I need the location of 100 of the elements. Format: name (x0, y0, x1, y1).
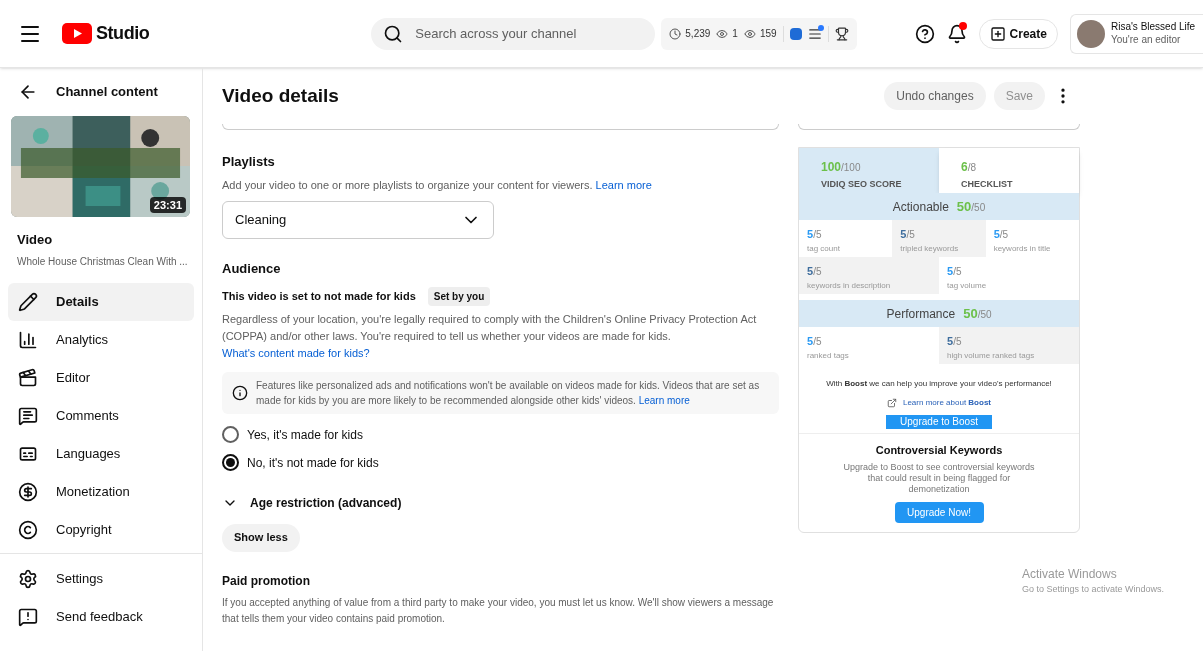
score-value: 5 (900, 227, 907, 242)
list-icon[interactable] (807, 26, 822, 41)
nav-item[interactable]: Copyright (8, 510, 194, 549)
nav-item[interactable]: Editor (8, 358, 194, 397)
search-field[interactable]: Search across your channel (371, 17, 656, 50)
nav-label: Analytics (56, 330, 109, 349)
metric-label: ranked tags (807, 349, 850, 362)
radio-option[interactable]: Yes, it's made for kids (222, 425, 779, 444)
score-max: /100 (841, 161, 861, 175)
clock-icon (669, 27, 682, 40)
metric-label: tag count (807, 242, 841, 255)
score-max: /8 (967, 161, 977, 175)
nav-label: Copyright (56, 520, 112, 539)
score-max: /5 (813, 265, 822, 279)
search-icon (383, 23, 404, 44)
learn-more-link[interactable]: Learn more (595, 178, 652, 191)
score-max: /5 (906, 228, 915, 242)
help-icon[interactable] (914, 23, 935, 44)
playlist-dropdown[interactable]: Cleaning (222, 201, 494, 239)
section-name: Performance (886, 305, 956, 323)
clapperboard-icon (18, 367, 38, 388)
option-label: Yes, it's made for kids (247, 426, 363, 444)
nav-label: Languages (56, 444, 121, 463)
pencil-icon (18, 291, 38, 312)
nav-label: Settings (56, 569, 103, 588)
eye-icon (716, 27, 729, 40)
nav-item[interactable]: Languages (8, 434, 194, 473)
section-name: Actionable (892, 198, 949, 216)
external-link-icon (886, 398, 897, 408)
settings-icon (18, 568, 38, 589)
nav-label: Details (56, 292, 99, 311)
nav-label: Editor (56, 368, 90, 387)
learn-more-link[interactable]: Learn more (638, 394, 690, 406)
score-value: 50 (963, 304, 978, 323)
bar-chart-icon (18, 329, 38, 350)
kids-content-link[interactable]: What's content made for kids? (222, 346, 370, 359)
nav-item[interactable]: Details (8, 282, 194, 321)
account-card[interactable]: Risa's Blessed Life You're an editor (1069, 13, 1203, 54)
nav-item[interactable]: Analytics (8, 320, 194, 359)
score-value: 100 (821, 159, 842, 176)
undo-button[interactable]: Undo changes (884, 82, 986, 110)
metric-label: keywords in title (993, 242, 1052, 255)
audience-status: This video is set to not made for kids (222, 288, 416, 304)
tab-label: CHECKLIST (961, 178, 1014, 191)
score-value: 6 (961, 159, 968, 176)
radio-button[interactable] (222, 426, 239, 443)
nav-item[interactable]: Send feedback (8, 597, 202, 636)
nav-item[interactable]: Monetization (8, 472, 194, 511)
tab-label: VIDIQ SEO SCORE (821, 178, 903, 191)
page-title: Video details (222, 83, 340, 108)
metric-label: keywords in description (807, 279, 892, 292)
boost-link[interactable]: Learn more about Boost (902, 397, 991, 409)
vidiq-icon[interactable] (789, 27, 802, 40)
section-description: If you accepted anything of value from a third party to make your video, you must let us know. We'll show viewers a message that tells them your video contains paid promotion. (222, 595, 775, 626)
avatar-icon (1076, 19, 1105, 48)
radio-option[interactable]: No, it's not made for kids (222, 453, 779, 472)
logo-icon (62, 23, 92, 44)
nav-label: Comments (56, 406, 119, 425)
status-badge: Set by you (427, 286, 491, 306)
score-value: 5 (807, 227, 814, 242)
boost-text: With Boost we can help you improve your video's performance! (826, 378, 1052, 390)
score-tab[interactable]: 6/8 CHECKLIST (939, 148, 1079, 193)
radio-button[interactable] (222, 454, 239, 471)
score-max: /50 (977, 307, 992, 322)
metric-label: tripled keywords (900, 242, 960, 255)
info-icon (232, 384, 248, 401)
feedback-icon (18, 606, 38, 627)
note-text: Features like personalized ads and notifications won't be available on videos made for kids. Videos that are set as made for kids by you are more likely to be recommended alongside other kids' videos. Learn more (256, 378, 761, 408)
score-max: /5 (953, 335, 962, 349)
video-thumbnail[interactable]: 23:31 (11, 116, 190, 217)
back-link[interactable]: Channel content (56, 82, 158, 102)
score-max: /5 (813, 335, 822, 349)
activation-title: Activate Windows (1022, 565, 1118, 583)
section-title: Playlists (222, 153, 276, 171)
trophy-icon[interactable] (834, 26, 849, 41)
nav-item[interactable]: Comments (8, 396, 194, 435)
account-role: You're an editor (1110, 33, 1182, 46)
nav-item[interactable]: Settings (8, 559, 202, 598)
add-video-icon (989, 25, 1006, 42)
score-max: /5 (953, 265, 962, 279)
show-less-button[interactable]: Show less (222, 523, 300, 552)
copyright-icon (18, 519, 38, 540)
option-label: No, it's not made for kids (247, 454, 379, 472)
video-label: Video (17, 231, 54, 249)
score-value: 5 (807, 334, 814, 349)
comment-icon (18, 405, 38, 426)
coppa-description: Regardless of your location, you're legally required to comply with the Children's Online Privacy Protection Act (COPPA) and/or other laws. You're required to tell us whether your videos are made for kids. What's content made for kids? (222, 311, 758, 361)
score-max: /5 (813, 228, 822, 242)
metric-label: high volume ranked tags (947, 349, 1036, 362)
age-restriction-toggle[interactable]: Age restriction (advanced) (222, 493, 779, 512)
nav-label: Monetization (56, 482, 130, 501)
section-description: Add your video to one or more playlists to organize your content for viewers. Learn more (222, 177, 653, 193)
stat-value: 159 (759, 27, 777, 41)
controversial-text: Upgrade to Boost to see controversial keywords that could result in being flagged for demonetization (842, 461, 1036, 495)
score-max: /5 (999, 228, 1009, 242)
nav-label: Send feedback (56, 607, 143, 626)
score-value: 5 (947, 334, 954, 349)
stat-value: 1 (732, 27, 738, 41)
section-title: Paid promotion (222, 572, 311, 590)
notifications-icon[interactable] (946, 23, 967, 44)
